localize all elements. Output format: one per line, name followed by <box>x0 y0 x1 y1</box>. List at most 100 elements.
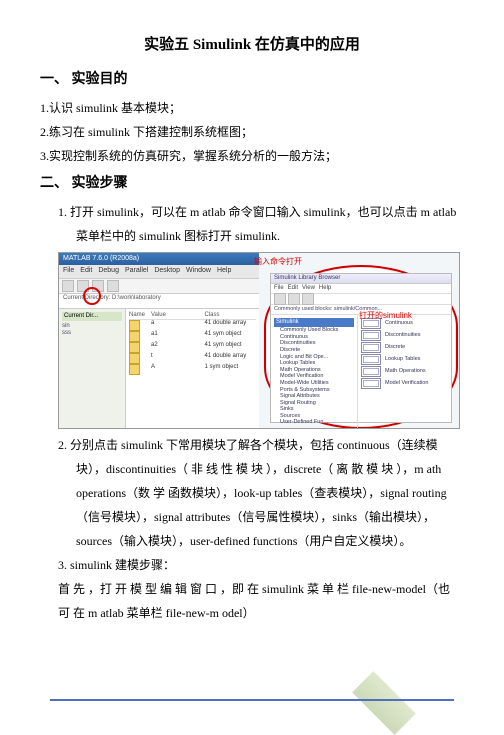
variable-icon <box>129 320 140 331</box>
sl-menu-edit[interactable]: Edit <box>288 285 298 292</box>
list-item[interactable]: Discontinuities <box>361 330 448 341</box>
footer-decoration <box>352 671 416 735</box>
table-row[interactable]: a2 41 sym object <box>129 342 256 353</box>
list-item[interactable]: Math Operations <box>361 366 448 377</box>
s2-item-3: 3. simulink 建模步骤： <box>58 553 464 577</box>
annotation-circle-icon <box>83 287 101 305</box>
ws-val: 1 sym object <box>205 364 257 375</box>
sl-tree-item[interactable]: Ports & Subsystems <box>274 387 354 394</box>
table-row[interactable]: a 41 double array <box>129 320 256 331</box>
table-row[interactable]: a1 41 sym object <box>129 331 256 342</box>
toolbar-new-icon[interactable] <box>62 280 74 292</box>
sl-tree-item[interactable]: Signal Routing <box>274 400 354 407</box>
menu-window[interactable]: Window <box>186 267 211 275</box>
sl-block-list[interactable]: Continuous Discontinuities Discrete Look… <box>358 315 451 429</box>
s2-item-2: 2. 分别点击 simulink 下常用模块了解各个模块，包括 continuo… <box>58 433 464 553</box>
embedded-screenshot: MATLAB 7.6.0 (R2008a) File Edit Debug Pa… <box>58 252 460 429</box>
section-1-heading: 一、 实验目的 <box>40 66 464 94</box>
s1-item-1: 1.认识 simulink 基本模块； <box>40 96 464 120</box>
menu-debug[interactable]: Debug <box>98 267 119 275</box>
ws-val: 41 sym object <box>205 331 257 342</box>
table-row[interactable]: t 41 double array <box>129 353 256 364</box>
variable-icon <box>129 331 140 342</box>
ws-name: a1 <box>151 331 203 342</box>
list-item[interactable]: Lookup Tables <box>361 354 448 365</box>
sl-menu-view[interactable]: View <box>302 285 315 292</box>
ws-name: A <box>151 364 203 375</box>
sl-tree-item[interactable]: Sinks <box>274 406 354 413</box>
workspace-panel[interactable]: Name Value Class a 41 double array a1 41… <box>126 309 259 428</box>
ws-name: a2 <box>151 342 203 353</box>
sl-tree-root[interactable]: Simulink <box>274 318 354 327</box>
matlab-window: MATLAB 7.6.0 (R2008a) File Edit Debug Pa… <box>59 253 259 428</box>
ws-col-name: Name <box>129 312 149 319</box>
sl-tree-item[interactable]: Math Operations <box>274 367 354 374</box>
sl-new-icon[interactable] <box>274 293 286 305</box>
block-icon <box>361 354 381 365</box>
block-icon <box>361 378 381 389</box>
block-label: Model Verification <box>385 380 428 387</box>
ws-val: 41 sym object <box>205 342 257 353</box>
section-2-heading: 二、 实验步骤 <box>40 170 464 198</box>
block-icon <box>361 342 381 353</box>
block-icon <box>361 330 381 341</box>
sl-tree-item[interactable]: Discrete <box>274 347 354 354</box>
annotation-text-2: 打开的simulink <box>359 311 412 321</box>
sl-tree-item[interactable]: Lookup Tables <box>274 360 354 367</box>
sl-tree[interactable]: Simulink Commonly Used Blocks Continuous… <box>271 315 358 429</box>
footer-divider <box>50 699 453 701</box>
ws-val: 41 double array <box>205 320 257 331</box>
list-item[interactable]: Model Verification <box>361 378 448 389</box>
block-label: Discontinuities <box>385 332 420 339</box>
menu-edit[interactable]: Edit <box>80 267 92 275</box>
variable-icon <box>129 364 140 375</box>
list-item[interactable]: Discrete <box>361 342 448 353</box>
matlab-titlebar: MATLAB 7.6.0 (R2008a) <box>59 253 259 265</box>
sl-tree-item[interactable]: Commonly Used Blocks <box>274 327 354 334</box>
s2-item-3-cont: 首 先 ，打 开 模 型 编 辑 窗 口 ，即 在 simulink 菜 单 栏… <box>40 577 464 625</box>
annotation-text-1: 输入命令打开 <box>254 257 302 267</box>
s2-item-1: 1. 打开 simulink，可以在 m atlab 命令窗口输入 simuli… <box>58 200 464 248</box>
block-icon <box>361 366 381 377</box>
simulink-titlebar: Simulink Library Browser <box>271 274 451 284</box>
menu-file[interactable]: File <box>63 267 74 275</box>
sl-body: Simulink Commonly Used Blocks Continuous… <box>271 315 451 429</box>
current-dir-panel[interactable]: Current Dir... sin sss <box>59 309 126 428</box>
sl-tree-item[interactable]: Continuous <box>274 334 354 341</box>
ws-name: a <box>151 320 203 331</box>
current-dir-head: Current Dir... <box>62 312 122 321</box>
doc-title: 实验五 Simulink 在仿真中的应用 <box>40 30 464 60</box>
menu-parallel[interactable]: Parallel <box>125 267 148 275</box>
variable-icon <box>129 342 140 353</box>
document-page: 实验五 Simulink 在仿真中的应用 一、 实验目的 1.认识 simuli… <box>0 0 504 655</box>
menu-desktop[interactable]: Desktop <box>154 267 180 275</box>
sl-find-icon[interactable] <box>302 293 314 305</box>
workspace-header: Name Value Class <box>129 312 256 320</box>
block-label: Math Operations <box>385 368 426 375</box>
simulink-toolbar[interactable] <box>271 294 451 305</box>
sl-tree-item[interactable]: User-Defined Fun... <box>274 419 354 426</box>
sl-tree-item[interactable]: Model-Wide Utilities <box>274 380 354 387</box>
simulink-browser-window[interactable]: Simulink Library Browser File Edit View … <box>270 273 452 423</box>
menu-help[interactable]: Help <box>217 267 231 275</box>
matlab-menubar[interactable]: File Edit Debug Parallel Desktop Window … <box>59 265 259 278</box>
block-label: Lookup Tables <box>385 356 420 363</box>
variable-icon <box>129 353 140 364</box>
sl-tree-item[interactable]: Sources <box>274 413 354 420</box>
sl-tree-item[interactable]: Discontinuities <box>274 340 354 347</box>
sl-tree-item[interactable]: Signal Attributes <box>274 393 354 400</box>
ws-col-value: Value <box>151 312 203 319</box>
ws-name: t <box>151 353 203 364</box>
toolbar-help-icon[interactable] <box>107 280 119 292</box>
ws-col-class: Class <box>205 312 257 319</box>
sl-open-icon[interactable] <box>288 293 300 305</box>
file-item[interactable]: sin <box>62 323 122 330</box>
sl-tree-item[interactable]: Logic and Bit Ope... <box>274 354 354 361</box>
table-row[interactable]: A 1 sym object <box>129 364 256 375</box>
sl-tree-item[interactable]: Model Verification <box>274 373 354 380</box>
sl-menu-file[interactable]: File <box>274 285 284 292</box>
file-item[interactable]: sss <box>62 330 122 337</box>
sl-menu-help[interactable]: Help <box>319 285 331 292</box>
dir-value: D:\work\laboratory <box>112 295 161 301</box>
simulink-browser-outline: Simulink Library Browser File Edit View … <box>264 265 458 429</box>
